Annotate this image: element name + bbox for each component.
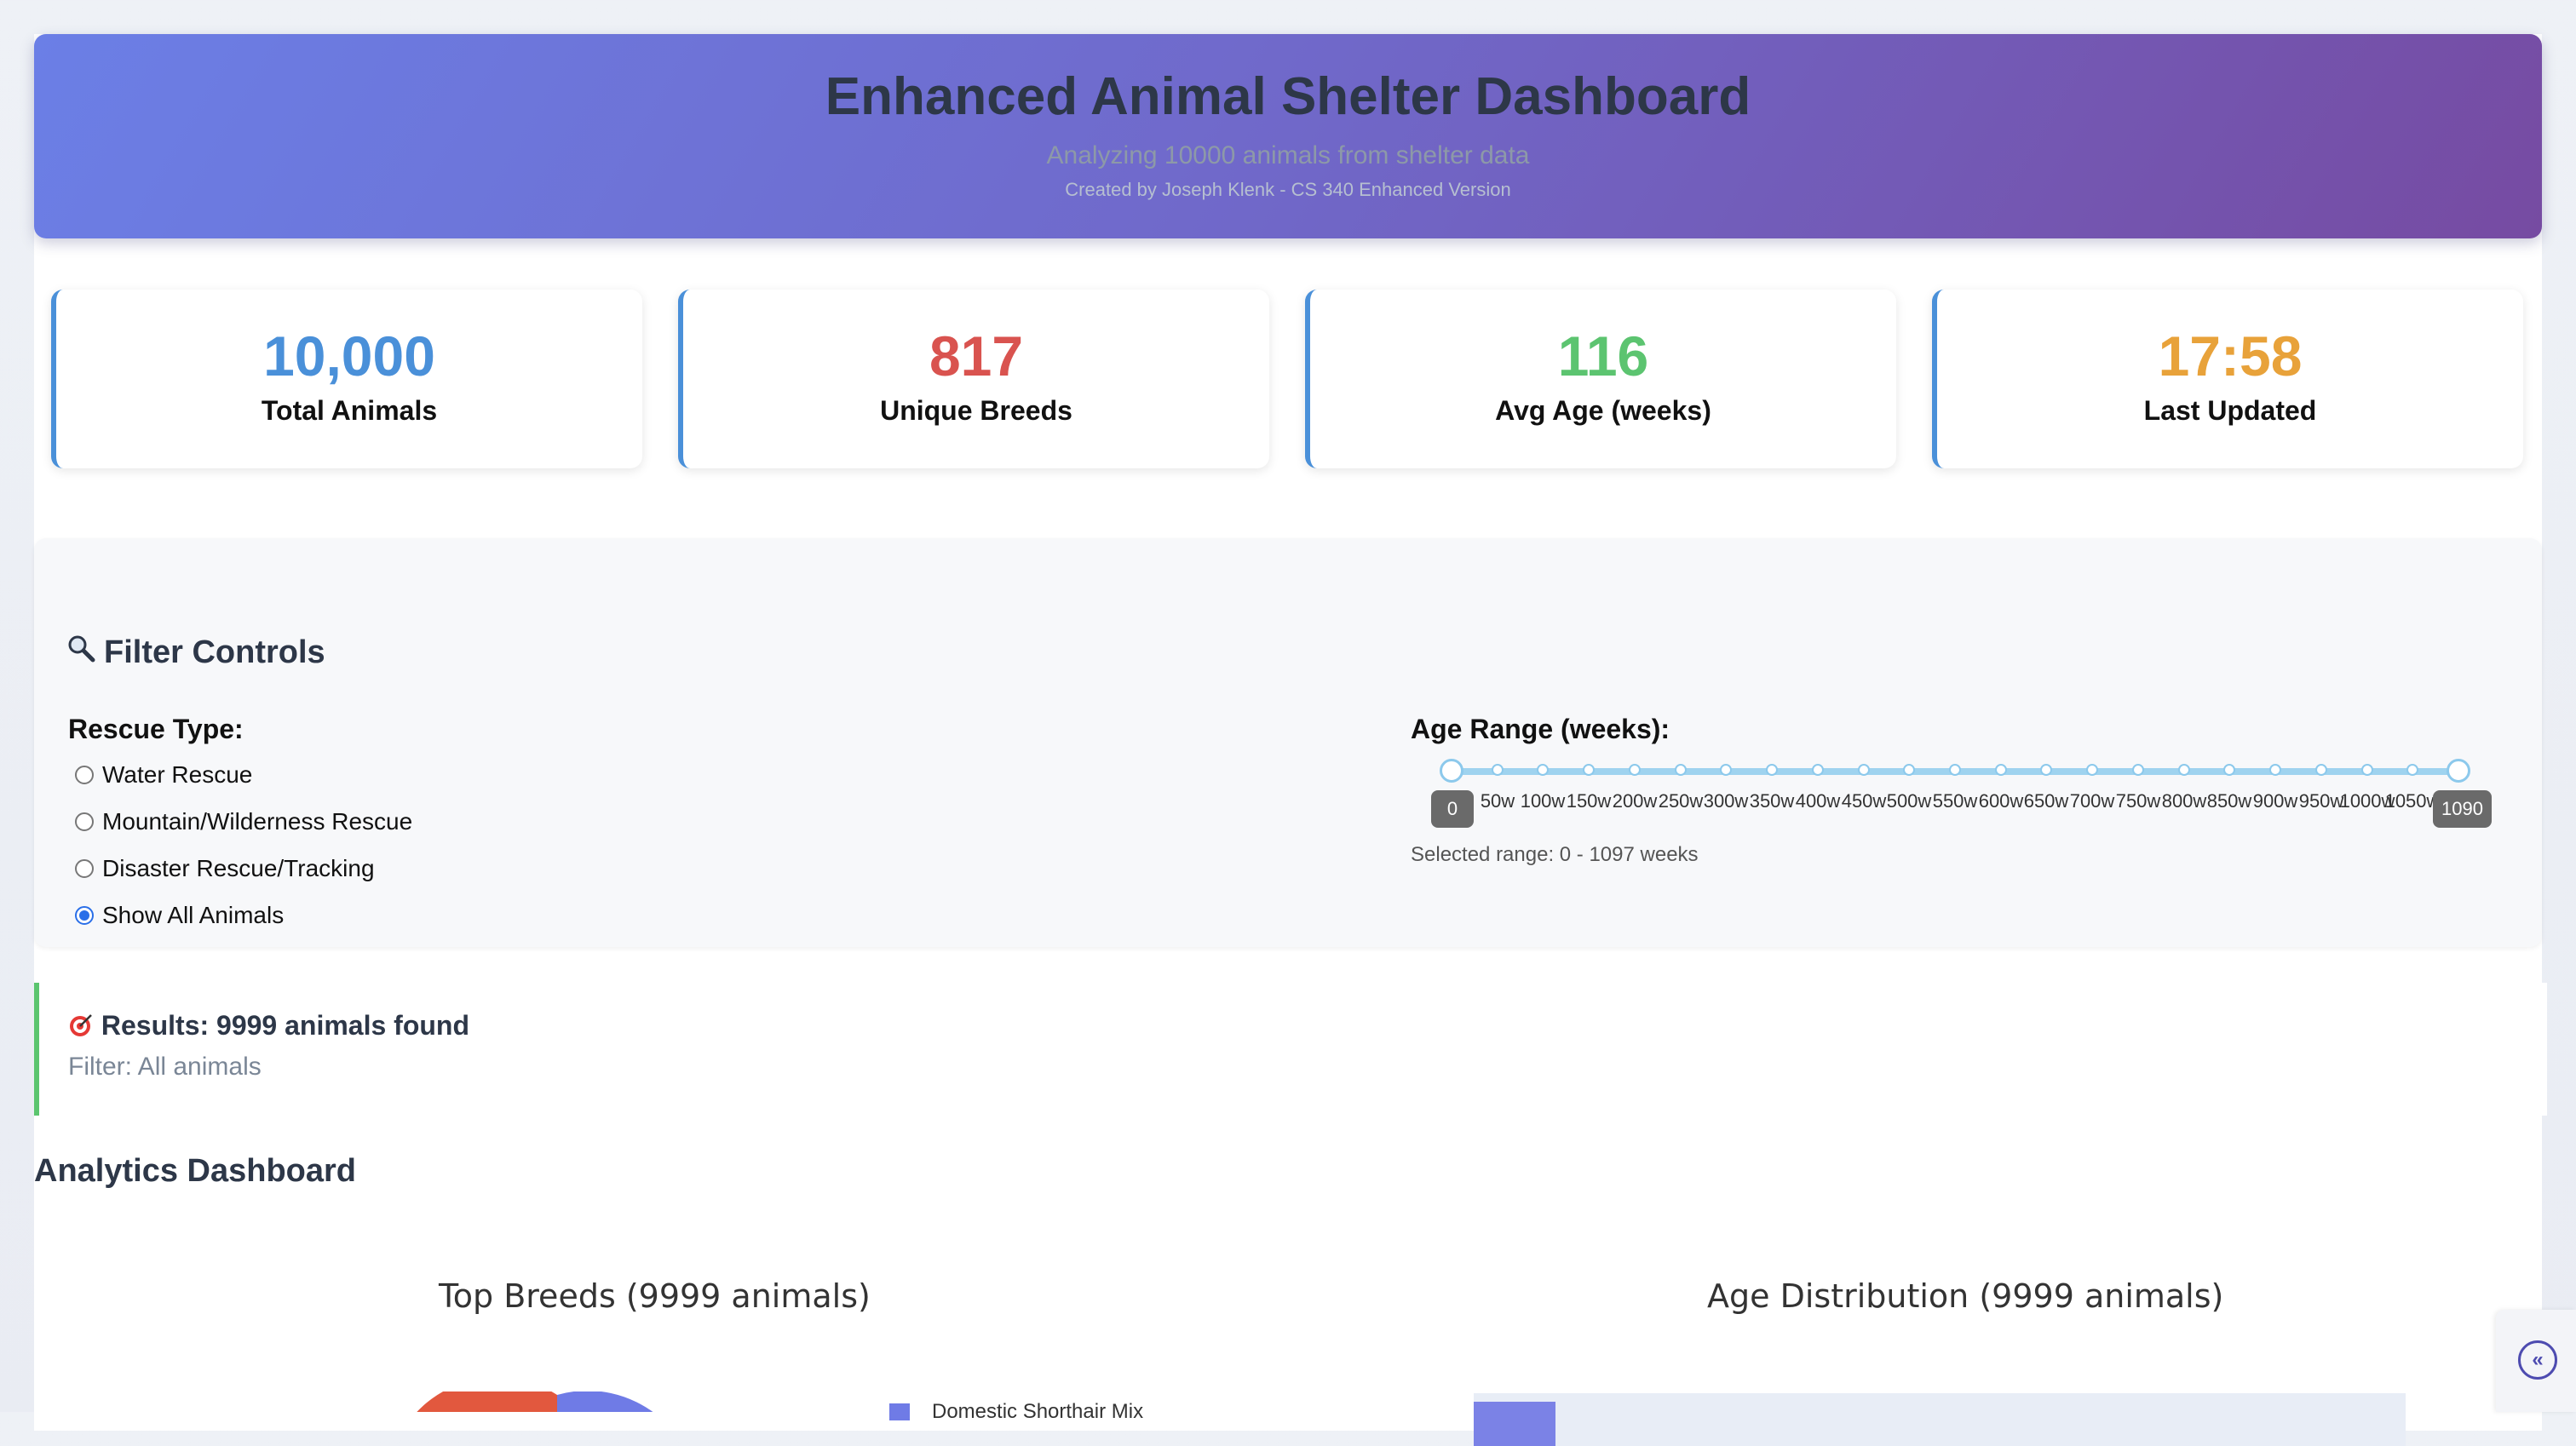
- slider-tick-label: 800w: [2161, 790, 2207, 812]
- slider-tick-mark[interactable]: [2406, 764, 2418, 776]
- stat-label: Unique Breeds: [880, 395, 1072, 426]
- results-panel: Results: 9999 animals found Filter: All …: [34, 983, 2547, 1116]
- slider-tick-label: 450w: [1841, 790, 1887, 812]
- slider-tick-label: 50w: [1480, 790, 1515, 812]
- page-title: Enhanced Animal Shelter Dashboard: [825, 67, 1751, 126]
- stat-value: 116: [1557, 324, 1649, 387]
- slider-tick-label: 700w: [2069, 790, 2115, 812]
- stat-label: Last Updated: [2143, 395, 2317, 426]
- age-range-label: Age Range (weeks):: [1411, 714, 1670, 744]
- legend-swatch: [889, 1403, 910, 1420]
- results-title-row: Results: 9999 animals found: [68, 1010, 469, 1041]
- slider-tick-mark[interactable]: [1629, 764, 1641, 776]
- target-icon: [68, 1010, 101, 1041]
- results-title: Results: 9999 animals found: [101, 1010, 470, 1041]
- slider-tick-label: 850w: [2206, 790, 2252, 812]
- filter-controls-heading: Filter Controls: [66, 634, 325, 671]
- slider-tick-label: 350w: [1749, 790, 1795, 812]
- slider-tick-mark[interactable]: [1583, 764, 1595, 776]
- slider-tick-mark[interactable]: [1812, 764, 1824, 776]
- radio-button[interactable]: [75, 766, 94, 784]
- legend-label: Domestic Shorthair Mix: [932, 1400, 1144, 1423]
- slider-tick-mark[interactable]: [1949, 764, 1961, 776]
- age-range-max-value: 1090: [2433, 790, 2492, 828]
- radio-disaster-rescue-tracking[interactable]: Disaster Rescue/Tracking: [75, 855, 375, 882]
- age-range-max-handle[interactable]: [2447, 759, 2470, 783]
- stat-label: Total Animals: [261, 395, 438, 426]
- analytics-heading: Analytics Dashboard: [34, 1153, 356, 1189]
- slider-tick-label: 300w: [1703, 790, 1749, 812]
- search-icon: [66, 634, 95, 671]
- page-subtitle: Analyzing 10000 animals from shelter dat…: [1046, 141, 1530, 169]
- filter-controls-title: Filter Controls: [104, 634, 325, 670]
- stat-value: 17:58: [2158, 324, 2303, 387]
- slider-tick-label: 950w: [2298, 790, 2344, 812]
- slider-tick-mark[interactable]: [1492, 764, 1504, 776]
- stat-card-avg-age: 116 Avg Age (weeks): [1305, 290, 1896, 468]
- page-credit: Created by Joseph Klenk - CS 340 Enhance…: [1065, 179, 1511, 200]
- slider-tick-mark[interactable]: [2040, 764, 2052, 776]
- stat-value: 817: [929, 324, 1024, 387]
- radio-button[interactable]: [75, 859, 94, 878]
- radio-show-all-animals[interactable]: Show All Animals: [75, 902, 284, 929]
- radio-label[interactable]: Water Rescue: [102, 761, 252, 789]
- slider-tick-mark[interactable]: [2361, 764, 2373, 776]
- slider-tick-label: 900w: [2252, 790, 2298, 812]
- age-chart-title: Age Distribution (9999 animals): [1707, 1277, 2224, 1315]
- slider-tick-mark[interactable]: [1675, 764, 1687, 776]
- slider-tick-label: 250w: [1658, 790, 1704, 812]
- filter-controls-panel: Filter Controls Rescue Type: Water Rescu…: [34, 538, 2542, 947]
- breeds-chart-title: Top Breeds (9999 animals): [439, 1277, 871, 1315]
- slider-tick-mark[interactable]: [2086, 764, 2098, 776]
- slider-tick-mark[interactable]: [2315, 764, 2327, 776]
- stat-value: 10,000: [263, 324, 435, 387]
- slider-tick-label: 200w: [1612, 790, 1658, 812]
- slider-tick-label: 550w: [1932, 790, 1978, 812]
- age-distribution-plot: [1474, 1393, 2406, 1446]
- slider-tick-label: 650w: [2023, 790, 2069, 812]
- age-range-min-handle[interactable]: [1440, 759, 1463, 783]
- dashboard-page: Enhanced Animal Shelter Dashboard Analyz…: [34, 34, 2547, 1446]
- slider-tick-mark[interactable]: [2178, 764, 2190, 776]
- radio-label[interactable]: Mountain/Wilderness Rescue: [102, 808, 412, 835]
- rescue-type-label: Rescue Type:: [68, 714, 244, 744]
- dashboard-header: Enhanced Animal Shelter Dashboard Analyz…: [34, 34, 2542, 238]
- slider-tick-label: 100w: [1520, 790, 1566, 812]
- stat-label: Avg Age (weeks): [1495, 395, 1711, 426]
- slider-tick-mark[interactable]: [1766, 764, 1778, 776]
- age-range-min-value: 0: [1431, 790, 1474, 828]
- radio-button-selected[interactable]: [75, 906, 94, 925]
- slider-tick-mark[interactable]: [1537, 764, 1549, 776]
- selected-range-text: Selected range: 0 - 1097 weeks: [1411, 843, 1699, 866]
- stat-card-unique-breeds: 817 Unique Breeds: [678, 290, 1269, 468]
- slider-tick-mark[interactable]: [2223, 764, 2235, 776]
- slider-tick-mark[interactable]: [1720, 764, 1732, 776]
- slider-tick-label: 150w: [1566, 790, 1612, 812]
- slider-tick-mark[interactable]: [1903, 764, 1915, 776]
- results-filter-text: Filter: All animals: [68, 1053, 262, 1081]
- slider-tick-label: 500w: [1886, 790, 1932, 812]
- radio-label[interactable]: Disaster Rescue/Tracking: [102, 855, 375, 882]
- slider-tick-label: 1050w: [2384, 790, 2441, 812]
- radio-water-rescue[interactable]: Water Rescue: [75, 761, 252, 789]
- slider-tick-label: 750w: [2115, 790, 2161, 812]
- slider-tick-mark[interactable]: [2132, 764, 2144, 776]
- age-histogram-bar: [1474, 1402, 1555, 1446]
- stat-card-last-updated: 17:58 Last Updated: [1932, 290, 2523, 468]
- age-range-slider-track[interactable]: [1440, 759, 2470, 783]
- slider-tick-mark[interactable]: [1858, 764, 1870, 776]
- breeds-pie-chart: [417, 1391, 653, 1412]
- slider-tick-label: 600w: [1978, 790, 2024, 812]
- radio-label[interactable]: Show All Animals: [102, 902, 284, 929]
- radio-button[interactable]: [75, 812, 94, 831]
- age-range-tick-labels: 50w 100w 150w 200w 250w 300w 350w 400w 450w 500w 5…: [1452, 790, 2458, 816]
- stat-card-total-animals: 10,000 Total Animals: [51, 290, 642, 468]
- slider-tick-label: 400w: [1795, 790, 1841, 812]
- slider-tick-mark[interactable]: [1995, 764, 2007, 776]
- chevrons-left-icon[interactable]: «: [2518, 1340, 2557, 1380]
- slider-tick-mark[interactable]: [2269, 764, 2281, 776]
- radio-mountain-wilderness-rescue[interactable]: Mountain/Wilderness Rescue: [75, 808, 412, 835]
- side-panel-toggle[interactable]: «: [2496, 1310, 2576, 1412]
